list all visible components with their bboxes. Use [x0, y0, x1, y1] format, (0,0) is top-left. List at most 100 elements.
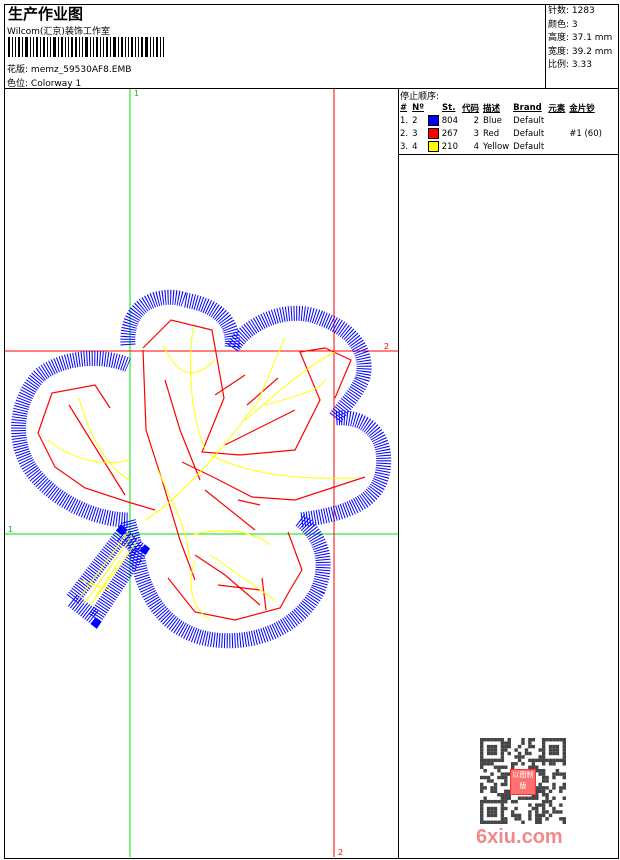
qr-code: 以图制版	[480, 738, 566, 824]
qr-module	[497, 768, 501, 773]
qr-module	[559, 789, 563, 794]
qr-module	[490, 758, 494, 763]
qr-module	[535, 796, 539, 800]
qr-module	[500, 793, 505, 797]
qr-module	[552, 782, 556, 787]
qr-module	[541, 775, 546, 780]
qr-module	[500, 738, 505, 742]
qr-module	[483, 758, 487, 763]
qr-module	[535, 803, 539, 807]
qr-module	[486, 758, 491, 763]
qr-module	[480, 813, 484, 818]
qr-module	[531, 762, 536, 766]
qr-module	[493, 782, 498, 787]
qr-module	[538, 803, 542, 807]
qr-module	[535, 813, 539, 818]
qr-module	[517, 758, 522, 763]
qr-module	[552, 738, 556, 742]
qr-module	[531, 758, 536, 763]
qr-module	[490, 779, 494, 783]
qr-module	[483, 786, 487, 790]
qr-module	[559, 786, 563, 790]
qr-module	[545, 796, 549, 800]
qr-module	[538, 813, 542, 818]
qr-module	[500, 775, 505, 780]
qr-module	[483, 768, 487, 773]
qr-module	[490, 786, 494, 790]
qr-module	[538, 782, 542, 787]
qr-module	[555, 772, 560, 776]
qr-module	[552, 744, 556, 749]
qr-module	[486, 762, 491, 766]
qr-module	[500, 772, 505, 776]
qr-module	[483, 820, 487, 824]
qr-module	[524, 796, 529, 800]
qr-module	[504, 748, 508, 752]
qr-module	[504, 796, 508, 800]
qr-module	[552, 786, 556, 790]
qr-module	[493, 789, 498, 794]
qr-module	[531, 796, 536, 800]
qr-module	[504, 806, 508, 811]
qr-module	[528, 796, 532, 800]
qr-module	[497, 758, 501, 763]
qr-module	[497, 820, 501, 824]
qr-module	[545, 758, 549, 763]
qr-module	[490, 799, 494, 804]
qr-module	[480, 786, 484, 790]
qr-module	[486, 806, 491, 811]
qr-module	[538, 768, 542, 773]
qr-module	[555, 738, 560, 742]
qr-module	[480, 817, 484, 821]
qr-module	[500, 741, 505, 745]
qr-module	[535, 810, 539, 814]
qr-module	[490, 738, 494, 742]
qr-module	[559, 772, 563, 776]
qr-module	[500, 820, 505, 824]
qr-module	[531, 744, 536, 749]
qr-module	[490, 744, 494, 749]
qr-module	[480, 758, 484, 763]
qr-module	[559, 817, 563, 821]
qr-module	[528, 817, 532, 821]
qr-module	[555, 810, 560, 814]
qr-module	[517, 744, 522, 749]
qr-module	[528, 810, 532, 814]
qr-module	[500, 751, 505, 756]
qr-module	[528, 751, 532, 756]
design-preview: 1 1 2 2	[5, 89, 398, 857]
qr-module	[521, 741, 525, 745]
qr-module	[480, 744, 484, 749]
qr-module	[490, 748, 494, 752]
qr-module	[528, 741, 532, 745]
qr-module	[538, 817, 542, 821]
qr-module	[517, 751, 522, 756]
qr-module	[545, 817, 549, 821]
qr-module	[480, 765, 484, 769]
qr-module	[545, 810, 549, 814]
qr-module	[483, 762, 487, 766]
qr-module	[504, 775, 508, 780]
qr-module	[514, 748, 518, 752]
qr-module	[514, 762, 518, 766]
qr-module	[541, 799, 546, 804]
qr-module	[548, 748, 553, 752]
qr-module	[541, 762, 546, 766]
qr-module	[548, 813, 553, 818]
qr-module	[517, 796, 522, 800]
qr-module	[541, 755, 546, 759]
qr-module	[528, 813, 532, 818]
qr-module	[500, 799, 505, 804]
qr-module	[541, 803, 546, 807]
qr-module	[483, 796, 487, 800]
qr-module	[486, 779, 491, 783]
qr-module	[490, 810, 494, 814]
qr-module	[552, 810, 556, 814]
qr-module	[504, 789, 508, 794]
qr-module	[510, 762, 515, 766]
qr-module	[480, 748, 484, 752]
qr-module	[500, 758, 505, 763]
qr-module	[545, 779, 549, 783]
qr-module	[541, 738, 546, 742]
qr-module	[555, 768, 560, 773]
